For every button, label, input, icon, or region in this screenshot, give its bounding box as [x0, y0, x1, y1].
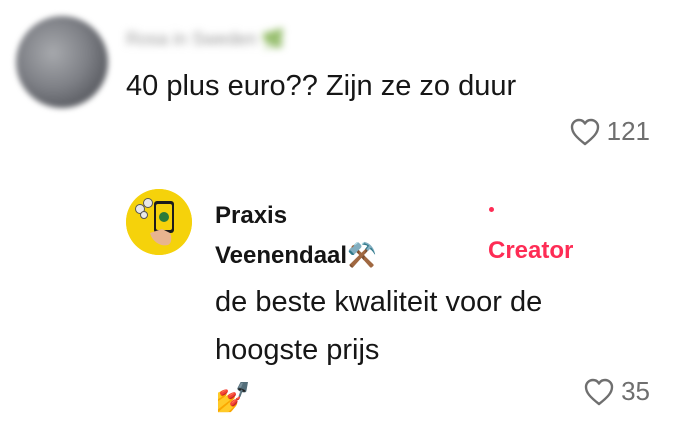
heart-outline-icon — [570, 118, 599, 145]
creator-name[interactable]: Praxis Veenendaal⚒️ — [215, 196, 377, 276]
hammer-pick-icon: ⚒️ — [347, 242, 377, 269]
creator-avatar[interactable] — [126, 189, 192, 255]
comment-thread: Rosa in Sweden 🌿 40 plus euro?? Zijn ze … — [0, 0, 682, 432]
comment-like-button[interactable]: 121 — [569, 116, 650, 147]
separator-dot — [489, 207, 494, 212]
commenter-username[interactable]: Rosa in Sweden 🌿 — [126, 28, 376, 50]
comment-like-count: 121 — [606, 116, 650, 146]
creator-badge: Creator — [488, 237, 574, 264]
comment-text: 40 plus euro?? Zijn ze zo duur — [126, 70, 517, 102]
heart-outline-icon — [584, 378, 614, 405]
commenter-avatar[interactable] — [16, 16, 108, 108]
reply-like-button[interactable]: 35 — [583, 376, 650, 407]
reply-text: de beste kwaliteit voor de hoogste prijs… — [215, 278, 542, 422]
nail-polish-icon: 💅 — [215, 382, 252, 414]
praxis-logo-image — [126, 189, 192, 255]
reply-like-count: 35 — [621, 376, 650, 406]
